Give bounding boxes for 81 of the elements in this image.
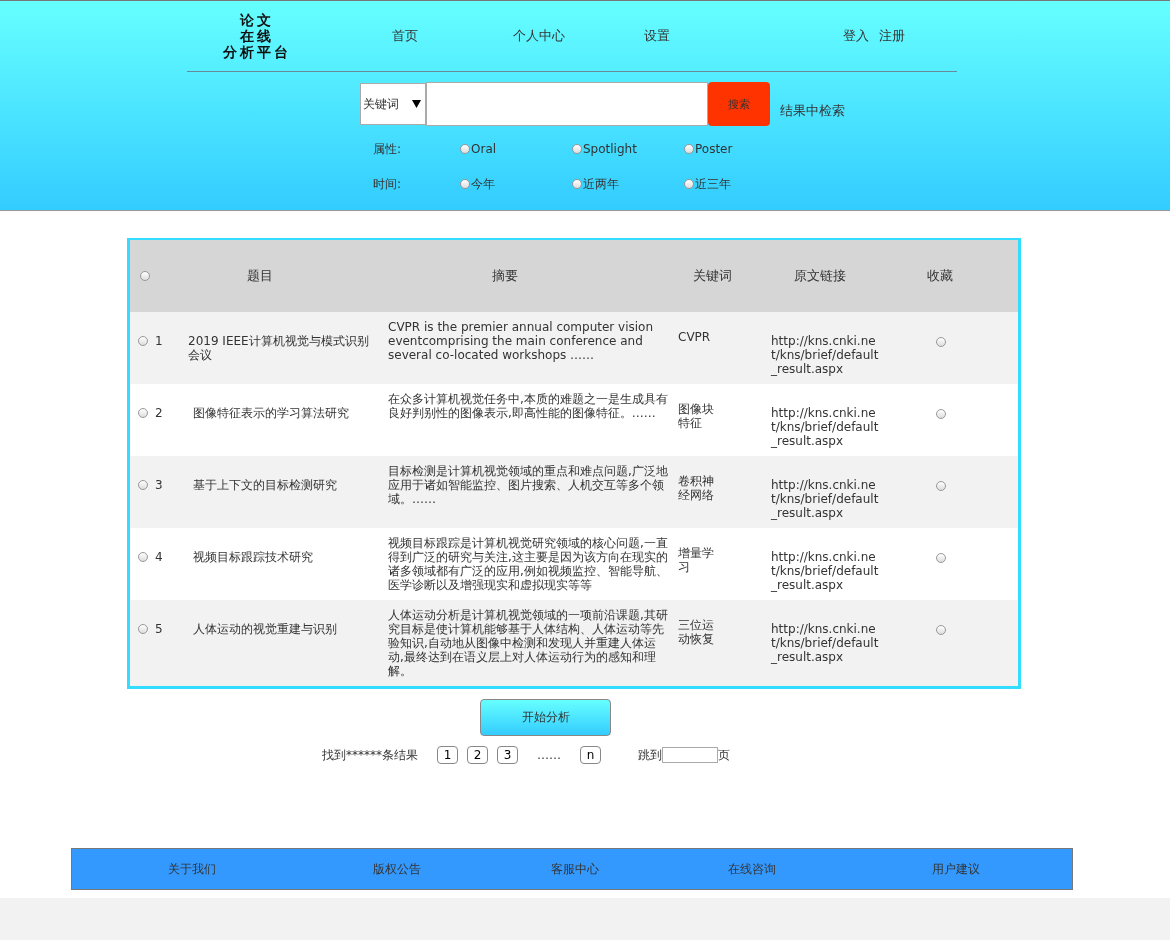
radio-button[interactable]: [936, 481, 946, 491]
paper-title: 视频目标跟踪技术研究: [192, 549, 314, 564]
paper-link[interactable]: http://kns.cnki.net/kns/brief/default_result.aspx: [771, 464, 883, 520]
page-button[interactable]: 3: [497, 746, 518, 764]
paper-link[interactable]: http://kns.cnki.net/kns/brief/default_result.aspx: [771, 536, 883, 592]
option-label: 近三年: [695, 175, 731, 193]
paper-link[interactable]: http://kns.cnki.net/kns/brief/default_result.aspx: [771, 392, 883, 448]
jump-page-field[interactable]: [662, 747, 718, 763]
radio-button[interactable]: [572, 144, 582, 154]
column-header: 原文链接: [794, 267, 846, 285]
radio-button[interactable]: [460, 179, 470, 189]
start-analysis-button[interactable]: 开始分析: [480, 699, 611, 736]
site-logo: 论文 在线 分析平台: [222, 12, 292, 60]
radio-button[interactable]: [684, 179, 694, 189]
nav-link[interactable]: 设置: [644, 27, 744, 45]
footer-link[interactable]: 版权公告: [373, 860, 421, 878]
caret-icon: [412, 100, 421, 108]
radio-button[interactable]: [936, 625, 946, 635]
option-label: 今年: [471, 175, 495, 193]
radio-button[interactable]: [936, 337, 946, 347]
row-number: 5: [155, 622, 163, 636]
nav-link[interactable]: 个人中心: [513, 27, 644, 45]
row-number: 2: [155, 406, 163, 420]
search-type-select[interactable]: 关键词: [360, 83, 426, 125]
paper-abstract: 视频目标跟踪是计算机视觉研究领域的核心问题,一直得到广泛的研究与关注,这主要是因为该方向在现实的诸多领域都有广泛的应用,例如视频监控、智能导航、医学诊断以及增强现实和虚拟现实等等: [388, 536, 669, 592]
page-suffix: 页: [718, 746, 730, 764]
row-number: 3: [155, 478, 163, 492]
footer-link[interactable]: 在线咨询: [728, 860, 776, 878]
paper-title: 人体运动的视觉重建与识别: [192, 621, 338, 636]
filter-label: 时间:: [373, 175, 403, 193]
radio-button[interactable]: [936, 553, 946, 563]
footer-link[interactable]: 客服中心: [550, 860, 599, 878]
auth-link[interactable]: 注册: [879, 27, 905, 45]
column-header: 关键词: [692, 267, 732, 285]
paper-title: 2019 IEEE计算机视觉与模式识别会议: [188, 333, 370, 362]
radio-button[interactable]: [138, 480, 148, 490]
column-header: 摘要: [492, 267, 518, 285]
radio-button[interactable]: [138, 552, 148, 562]
paper-keywords: 三位运动恢复: [678, 617, 715, 646]
paper-abstract: 人体运动分析是计算机视觉领域的一项前沿课题,其研究目标是使计算机能够基于人体结构、人体运动等先验知识,自动地从图像中检测和发现人并重建人体运动,最终达到在语义层上对人体运动行为的感知和理解。: [388, 608, 669, 678]
paper-link[interactable]: http://kns.cnki.net/kns/brief/default_result.aspx: [771, 320, 883, 376]
search-in-results-link[interactable]: 结果中检索: [780, 102, 845, 120]
radio-button[interactable]: [460, 144, 470, 154]
footer-link[interactable]: 关于我们: [168, 860, 216, 878]
paper-keywords: 图像块特征: [678, 401, 715, 430]
radio-button[interactable]: [936, 409, 946, 419]
radio-button[interactable]: [572, 179, 582, 189]
column-header: 收藏: [927, 267, 953, 285]
paper-abstract: 目标检测是计算机视觉领域的重点和难点问题,广泛地应用于诸如智能监控、图片搜索、人机交互等多个领域。……: [388, 464, 669, 506]
result-count: 找到******条结果: [322, 746, 418, 764]
footer-link[interactable]: 用户建议: [931, 860, 980, 878]
radio-button[interactable]: [140, 270, 150, 281]
search-field[interactable]: [426, 82, 708, 126]
nav-link[interactable]: 首页: [392, 27, 513, 45]
paper-link[interactable]: http://kns.cnki.net/kns/brief/default_result.aspx: [771, 608, 883, 664]
paper-abstract: CVPR is the premier annual computer vision eventcomprising the main conference and several co-located workshops ……: [388, 320, 655, 362]
search-button[interactable]: 搜索: [708, 82, 770, 126]
auth-link[interactable]: 登入: [843, 27, 869, 45]
option-label: Oral: [471, 142, 497, 156]
option-label: Poster: [695, 142, 733, 156]
radio-button[interactable]: [684, 144, 694, 154]
radio-button[interactable]: [138, 336, 148, 346]
option-label: 近两年: [583, 175, 619, 193]
row-number: 4: [155, 550, 163, 564]
paper-title: 图像特征表示的学习算法研究: [192, 405, 350, 420]
row-number: 1: [155, 334, 163, 348]
paper-title: 基于上下文的目标检测研究: [192, 477, 338, 492]
paper-keywords: CVPR: [678, 329, 712, 344]
filter-label: 属性:: [373, 140, 403, 158]
jump-label: 跳到: [638, 746, 662, 764]
radio-button[interactable]: [138, 408, 148, 418]
paper-abstract: 在众多计算机视觉任务中,本质的难题之一是生成具有良好判别性的图像表示,即高性能的图像特征。……: [388, 392, 669, 420]
page-ellipsis: ……: [537, 748, 561, 762]
option-label: Spotlight: [583, 142, 637, 156]
radio-button[interactable]: [138, 624, 148, 634]
page-button[interactable]: 1: [437, 746, 458, 764]
page-button[interactable]: n: [580, 746, 601, 764]
page-button[interactable]: 2: [467, 746, 488, 764]
column-header: 题目: [247, 267, 273, 285]
paper-keywords: 卷积神经网络: [678, 473, 715, 502]
paper-keywords: 增量学习: [678, 545, 715, 574]
